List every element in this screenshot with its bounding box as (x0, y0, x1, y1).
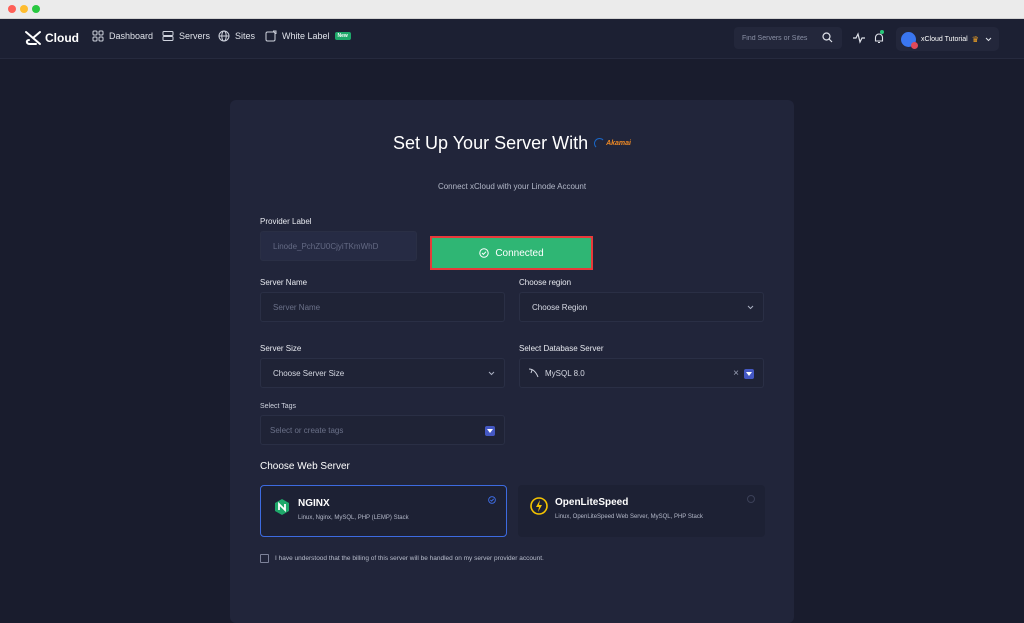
database-select[interactable]: MySQL 8.0 × (519, 358, 764, 388)
top-navigation: Cloud Dashboard Servers Sites White Labe… (0, 19, 1024, 59)
nav-sites-label: Sites (235, 31, 256, 41)
akamai-logo: Akamai (594, 138, 631, 149)
server-size-select[interactable]: Choose Server Size (260, 358, 505, 388)
xcloud-logo[interactable]: Cloud (24, 30, 79, 46)
minimize-window-dot[interactable] (20, 5, 28, 13)
chevron-down-icon (488, 371, 495, 376)
globe-icon (218, 30, 230, 42)
billing-checkbox-label: I have understood that the billing of th… (275, 555, 544, 562)
connected-label: Connected (495, 247, 544, 259)
user-menu[interactable]: xCloud Tutorial ♛ (896, 27, 999, 51)
browser-chrome (0, 0, 1024, 19)
radio-unselected[interactable] (747, 495, 755, 503)
selected-check-icon (488, 496, 496, 504)
dashboard-icon (92, 30, 104, 42)
billing-agreement[interactable]: I have understood that the billing of th… (260, 554, 544, 563)
page-title-text: Set Up Your Server With (393, 133, 589, 153)
user-name: xCloud Tutorial (921, 35, 968, 43)
web-server-title: Choose Web Server (260, 461, 350, 472)
openlitespeed-icon (530, 497, 548, 515)
web-server-desc: Linux, OpenLiteSpeed Web Server, MySQL, … (555, 514, 703, 520)
connected-button-inner: Connected (432, 238, 591, 268)
xcloud-logo-icon (25, 31, 41, 45)
connected-button[interactable]: Connected (430, 236, 593, 270)
close-window-dot[interactable] (8, 5, 16, 13)
crown-icon: ♛ (971, 34, 979, 44)
tags-select[interactable]: Select or create tags (260, 415, 505, 445)
nav-servers-label: Servers (179, 31, 211, 41)
server-size-label: Server Size (260, 344, 302, 353)
notification-dot (880, 30, 884, 34)
nav-white-label-label: White Label (282, 31, 330, 41)
mysql-dolphin-icon (528, 368, 539, 378)
search-box[interactable] (734, 27, 842, 49)
white-label-icon (265, 30, 277, 42)
check-circle-icon (479, 248, 490, 258)
avatar (901, 31, 918, 49)
region-label: Choose region (519, 278, 572, 287)
nav-servers[interactable]: Servers (162, 30, 210, 42)
logo-text: Cloud (45, 31, 79, 45)
database-label: Select Database Server (519, 344, 604, 353)
region-select-value: Choose Region (532, 302, 588, 312)
tags-select-placeholder: Select or create tags (270, 425, 344, 435)
nav-sites[interactable]: Sites (218, 30, 255, 42)
dropdown-toggle-icon[interactable] (485, 426, 495, 436)
akamai-logo-text: Akamai (606, 140, 631, 147)
avatar-badge (911, 41, 918, 49)
server-name-input[interactable]: Server Name (260, 292, 505, 322)
server-size-select-value: Choose Server Size (273, 368, 345, 378)
nav-dashboard[interactable]: Dashboard (92, 30, 153, 42)
provider-label-field: Linode_PchZU0CjyiTKmWhD (260, 231, 417, 261)
clear-selection-icon[interactable]: × (733, 368, 739, 379)
search-icon[interactable] (822, 32, 833, 43)
dropdown-toggle-icon[interactable] (744, 369, 754, 379)
provider-label-label: Provider Label (260, 217, 312, 226)
new-badge: New (334, 32, 351, 40)
nav-white-label[interactable]: White Label New (265, 30, 351, 42)
web-server-desc: Linux, Nginx, MySQL, PHP (LEMP) Stack (298, 515, 409, 521)
billing-checkbox[interactable] (260, 554, 269, 563)
database-select-value: MySQL 8.0 (545, 368, 585, 378)
page-subtitle: Connect xCloud with your Linode Account (437, 182, 587, 191)
maximize-window-dot[interactable] (32, 5, 40, 13)
chevron-down-icon (985, 37, 992, 41)
server-name-label: Server Name (260, 278, 308, 287)
web-server-option-openlitespeed[interactable]: OpenLiteSpeed Linux, OpenLiteSpeed Web S… (518, 485, 765, 537)
bell-icon[interactable] (872, 31, 886, 45)
web-server-option-nginx[interactable]: NGINX Linux, Nginx, MySQL, PHP (LEMP) St… (260, 485, 507, 537)
region-select[interactable]: Choose Region (519, 292, 764, 322)
setup-card: Set Up Your Server With Akamai Connect x… (230, 100, 794, 623)
web-server-name: OpenLiteSpeed (555, 497, 629, 508)
tags-label: Select Tags (260, 403, 297, 410)
akamai-swoosh-icon (594, 138, 606, 149)
chevron-down-icon (747, 305, 754, 310)
nginx-icon (275, 499, 289, 515)
web-server-name: NGINX (298, 498, 330, 509)
search-input[interactable] (742, 27, 818, 49)
page-title: Set Up Your Server With Akamai (230, 133, 794, 154)
nav-dashboard-label: Dashboard (109, 31, 154, 41)
servers-icon (162, 31, 174, 41)
activity-icon[interactable] (852, 31, 866, 45)
